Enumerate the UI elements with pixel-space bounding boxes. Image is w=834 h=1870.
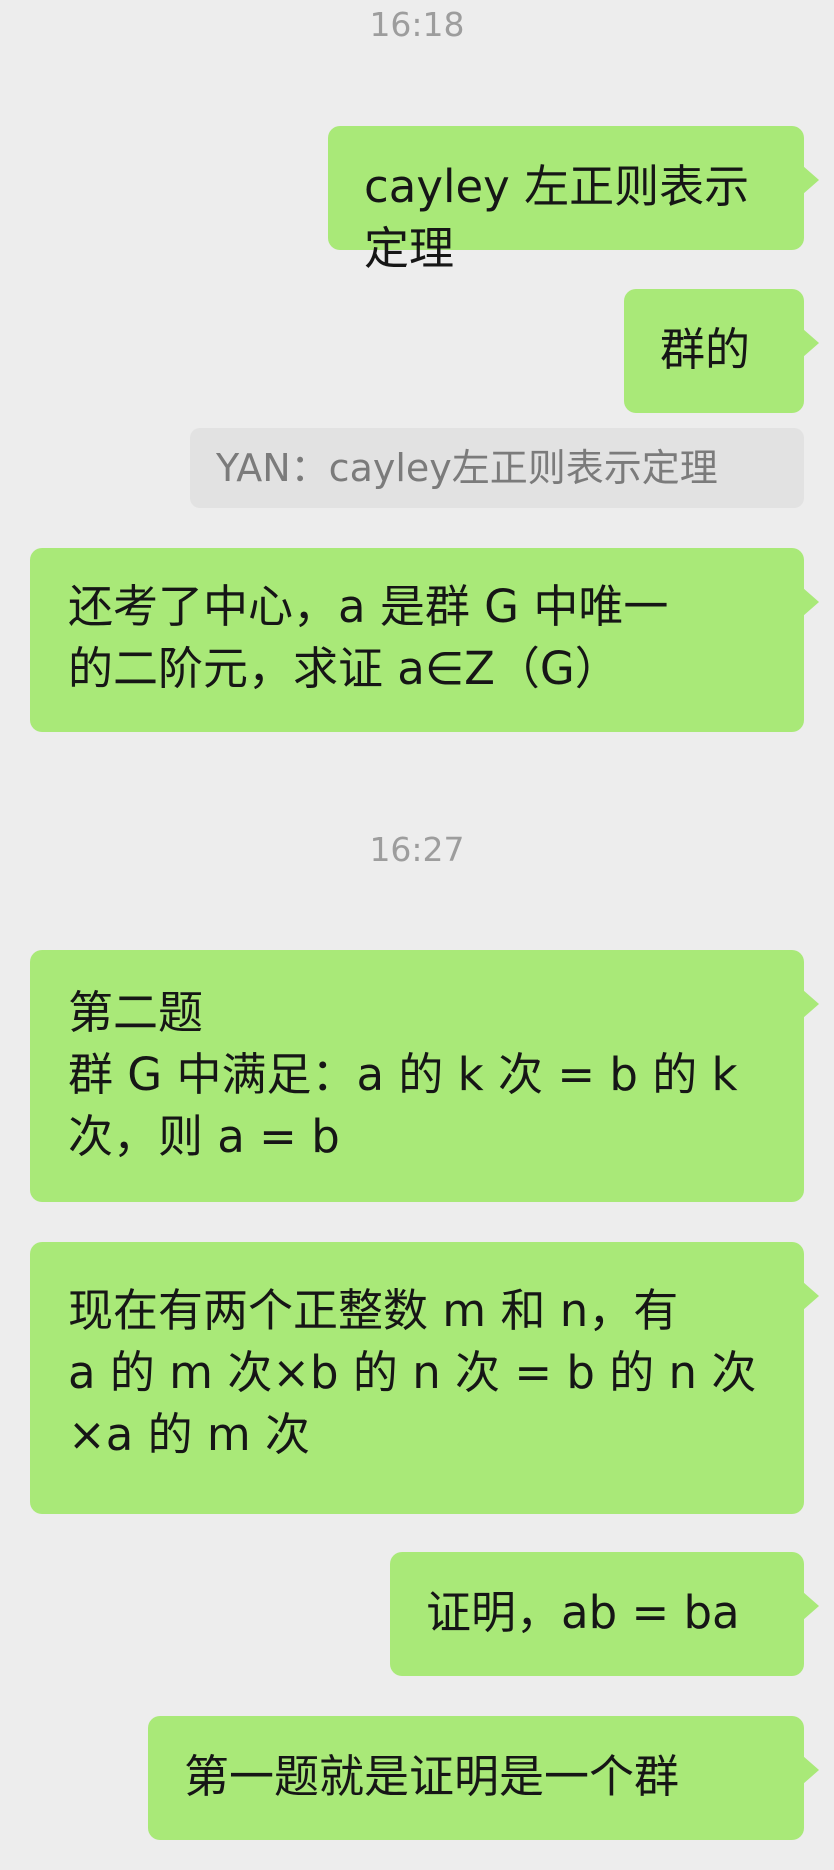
timestamp: 16:18 xyxy=(369,5,465,44)
message-bubble[interactable]: 现在有两个正整数 m 和 n，有 a 的 m 次×b 的 n 次 = b 的 n… xyxy=(30,1242,819,1514)
message-bubble[interactable]: 第一题就是证明是一个群 xyxy=(148,1716,819,1840)
message-bubble[interactable]: 群的 xyxy=(624,289,819,413)
quoted-message[interactable]: YAN：cayley左正则表示定理 xyxy=(190,428,804,508)
message-bubble[interactable]: cayley 左正则表示定理 xyxy=(328,126,819,275)
message-bubble[interactable]: 证明，ab = ba xyxy=(390,1552,819,1676)
message-bubble[interactable]: 还考了中心，a 是群 G 中唯一 的二阶元，求证 a∈Z（G） xyxy=(30,548,819,732)
timestamp: 16:27 xyxy=(369,830,465,869)
chat-screen: 16:18 cayley 左正则表示定理 群的 YAN：cayley左正则表示定… xyxy=(0,0,834,1870)
message-bubble[interactable]: 第二题 群 G 中满足：a 的 k 次 = b 的 k 次，则 a = b xyxy=(30,950,819,1202)
